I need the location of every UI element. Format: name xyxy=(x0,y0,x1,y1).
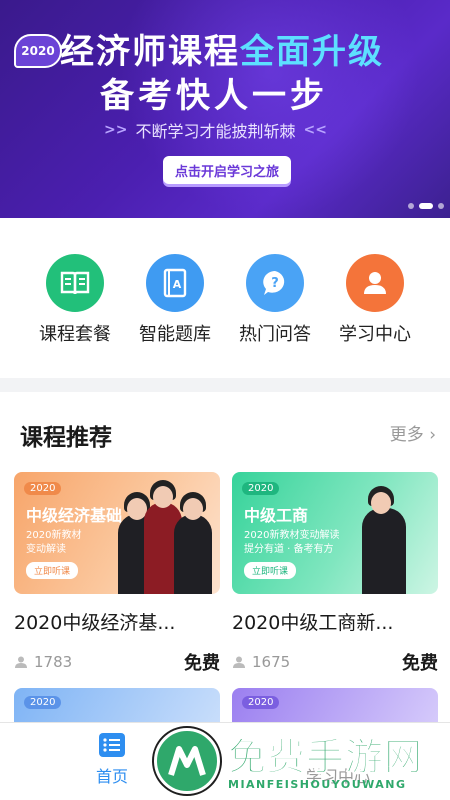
quicknav-hot-qa[interactable]: ? 热门问答 xyxy=(220,254,330,346)
tab-home[interactable]: 首页 xyxy=(72,733,152,787)
watermark-text: 免费手游网 xyxy=(227,735,424,780)
banner-title-line1: 经济师课程全面升级 xyxy=(60,24,384,73)
carousel-dot[interactable] xyxy=(438,203,444,209)
quicknav-study-center[interactable]: 学习中心 xyxy=(320,254,430,346)
carousel-dot-active[interactable] xyxy=(419,203,433,209)
quick-nav: 课程套餐 A 智能题库 ? 热门问答 学习中心 xyxy=(0,218,450,378)
thumb-line2: 变动解读 xyxy=(26,544,66,555)
thumb-year-tag: 2020 xyxy=(242,482,280,495)
thumb-title: 中级工商 xyxy=(244,506,309,525)
course-title[interactable]: 2020中级经济基... xyxy=(14,608,220,635)
course-meta: 1675 免费 xyxy=(232,649,438,675)
viewer-count-value: 1783 xyxy=(34,653,73,671)
viewer-count-value: 1675 xyxy=(252,653,291,671)
thumb-listen-button: 立即听课 xyxy=(26,562,79,579)
quicknav-label: 智能题库 xyxy=(139,324,211,345)
course-card[interactable]: 2020 中级经济基础 2020新教材 变动解读 立即听课 2020中级经济基.… xyxy=(14,472,220,675)
thumb-title: 中级经济基础 xyxy=(26,506,123,525)
section-title: 课程推荐 xyxy=(20,425,112,451)
thumb-listen-button: 立即听课 xyxy=(244,562,297,579)
banner-title-part2: 全面升级 xyxy=(240,32,384,72)
book-icon xyxy=(46,254,104,312)
svg-text:?: ? xyxy=(271,276,279,291)
double-chevron-right-icon: >> xyxy=(104,122,128,138)
list-icon xyxy=(99,733,125,757)
watermark-subtext: MIANFEISHOUYOUWANG xyxy=(228,778,407,791)
banner-subtitle-row: >> 不断学习才能披荆斩棘 << xyxy=(104,118,327,142)
course-meta: 1783 免费 xyxy=(14,649,220,675)
course-thumbnail[interactable]: 2020 中级工商 2020新教材变动解读 提分有道 · 备考有方 立即听课 xyxy=(232,472,438,594)
carousel-dot[interactable] xyxy=(408,203,414,209)
thumb-year-tag: 2020 xyxy=(242,696,280,709)
quicknav-question-bank[interactable]: A 智能题库 xyxy=(120,254,230,346)
banner-year-badge: 2020 xyxy=(14,34,62,68)
quicknav-label: 学习中心 xyxy=(339,324,411,345)
thumb-line1: 2020新教材 xyxy=(26,530,82,541)
thumb-year-tag: 2020 xyxy=(24,696,62,709)
svg-text:A: A xyxy=(173,278,182,291)
quicknav-label: 热门问答 xyxy=(239,324,311,345)
instructor-photo xyxy=(174,492,212,594)
double-chevron-left-icon: << xyxy=(303,122,327,138)
more-label: 更多 xyxy=(389,425,424,445)
promo-banner[interactable]: 2020 经济师课程全面升级 备考快人一步 >> 不断学习才能披荆斩棘 << 点… xyxy=(0,0,450,218)
banner-title-line2: 备考快人一步 xyxy=(100,76,328,116)
carousel-indicator[interactable] xyxy=(408,203,444,209)
chevron-right-icon: › xyxy=(429,425,436,445)
course-card[interactable]: 2020 中级工商 2020新教材变动解读 提分有道 · 备考有方 立即听课 2… xyxy=(232,472,438,675)
banner-cta-button[interactable]: 点击开启学习之旅 xyxy=(163,156,291,184)
user-icon xyxy=(233,656,245,668)
viewer-count: 1675 xyxy=(232,653,290,671)
thumb-line2: 提分有道 · 备考有方 xyxy=(244,544,334,555)
quicknav-label: 课程套餐 xyxy=(39,324,111,345)
banner-title-part1: 经济师课程 xyxy=(60,32,240,72)
course-recommend-section: 课程推荐 更多 › 2020 中级经济基础 2020新教材 变动解读 立即听课 … xyxy=(0,392,450,722)
user-icon xyxy=(15,656,27,668)
course-title[interactable]: 2020中级工商新... xyxy=(232,608,438,635)
thumb-year-tag: 2020 xyxy=(24,482,62,495)
instructor-photo xyxy=(362,486,406,594)
banner-subtitle: 不断学习才能披荆斩棘 xyxy=(135,122,296,141)
question-bubble-icon: ? xyxy=(246,254,304,312)
question-bank-icon: A xyxy=(146,254,204,312)
thumb-line1: 2020新教材变动解读 xyxy=(244,530,340,541)
more-link[interactable]: 更多 › xyxy=(390,420,436,445)
course-thumbnail[interactable]: 2020 中级经济基础 2020新教材 变动解读 立即听课 xyxy=(14,472,220,594)
quicknav-course-package[interactable]: 课程套餐 xyxy=(20,254,130,346)
course-price: 免费 xyxy=(184,653,220,674)
course-price: 免费 xyxy=(402,653,438,674)
tab-label: 首页 xyxy=(95,767,128,786)
viewer-count: 1783 xyxy=(14,653,72,671)
user-icon xyxy=(346,254,404,312)
watermark-logo-icon xyxy=(154,728,220,794)
site-watermark: 免费手游网 MIANFEISHOUYOUWANG xyxy=(150,722,450,800)
